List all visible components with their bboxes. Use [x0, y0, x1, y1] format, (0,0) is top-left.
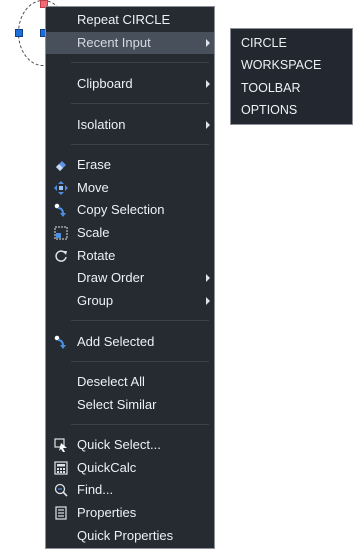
menu-item-label: Clipboard — [77, 76, 133, 91]
menu-separator — [71, 320, 209, 321]
menu-item-label: Deselect All — [77, 374, 145, 389]
menu-item-quick-properties[interactable]: Quick Properties — [46, 525, 214, 547]
submenu-item-label: CIRCLE — [241, 36, 287, 50]
menu-item-quickcalc[interactable]: QuickCalc — [46, 457, 214, 479]
menu-item-isolation[interactable]: Isolation — [46, 114, 214, 136]
submenu-item-options[interactable]: OPTIONS — [231, 99, 352, 121]
menu-item-properties[interactable]: Properties — [46, 502, 214, 524]
menu-item-deselect-all[interactable]: Deselect All — [46, 371, 214, 393]
menu-item-label: QuickCalc — [77, 460, 137, 475]
menu-item-label: Isolation — [77, 117, 126, 132]
menu-item-add-selected[interactable]: Add Selected — [46, 331, 214, 353]
menu-item-label: Move — [77, 180, 109, 195]
circle-left-grip[interactable] — [15, 29, 23, 37]
submenu-arrow-icon — [206, 297, 210, 305]
menu-item-label: Group — [77, 293, 114, 308]
menu-item-label: Erase — [77, 157, 111, 172]
menu-item-find[interactable]: Find... — [46, 479, 214, 501]
menu-item-draw-order[interactable]: Draw Order — [46, 267, 214, 289]
context-menu: Repeat CIRCLE Recent Input Clipboard Iso… — [45, 6, 215, 549]
submenu-arrow-icon — [206, 274, 210, 282]
eraser-icon — [56, 161, 66, 171]
submenu-item-circle[interactable]: CIRCLE — [231, 32, 352, 54]
properties-icon — [55, 506, 67, 520]
submenu-arrow-icon — [206, 39, 210, 47]
menu-separator — [71, 144, 209, 145]
rotate-icon — [55, 250, 67, 262]
menu-item-label: Quick Properties — [77, 528, 174, 543]
menu-item-group[interactable]: Group — [46, 290, 214, 312]
add-selected-icon — [54, 335, 66, 349]
menu-item-select-similar[interactable]: Select Similar — [46, 394, 214, 416]
submenu-item-label: TOOLBAR — [241, 81, 301, 95]
menu-separator — [71, 62, 209, 63]
submenu-arrow-icon — [206, 121, 210, 129]
menu-item-recent-input[interactable]: Recent Input — [46, 32, 214, 54]
menu-item-erase[interactable]: Erase — [46, 154, 214, 176]
menu-item-label: Rotate — [77, 248, 116, 263]
recent-input-submenu: CIRCLE WORKSPACE TOOLBAR OPTIONS — [230, 28, 353, 125]
submenu-item-workspace[interactable]: WORKSPACE — [231, 54, 352, 76]
copy-selection-icon — [54, 203, 66, 217]
menu-item-label: Quick Select... — [77, 437, 161, 452]
menu-item-label: Repeat CIRCLE — [77, 12, 171, 27]
menu-item-clipboard[interactable]: Clipboard — [46, 73, 214, 95]
submenu-arrow-icon — [206, 80, 210, 88]
menu-separator — [71, 361, 209, 362]
menu-item-quick-select[interactable]: Quick Select... — [46, 434, 214, 456]
quick-select-icon — [54, 438, 67, 452]
menu-item-label: Find... — [77, 482, 114, 497]
menu-item-label: Draw Order — [77, 270, 145, 285]
menu-item-scale[interactable]: Scale — [46, 222, 214, 244]
menu-item-label: Add Selected — [77, 334, 155, 349]
menu-item-label: Scale — [77, 225, 110, 240]
menu-separator — [71, 103, 209, 104]
menu-item-label: Copy Selection — [77, 202, 165, 217]
submenu-item-label: WORKSPACE — [241, 58, 322, 72]
move-icon — [54, 181, 68, 195]
submenu-item-label: OPTIONS — [241, 103, 298, 117]
menu-separator — [71, 424, 209, 425]
scale-icon — [54, 226, 68, 240]
menu-item-repeat-circle[interactable]: Repeat CIRCLE — [46, 9, 214, 31]
menu-item-copy-selection[interactable]: Copy Selection — [46, 199, 214, 221]
menu-item-rotate[interactable]: Rotate — [46, 245, 214, 267]
drawing-canvas[interactable]: Repeat CIRCLE Recent Input Clipboard Iso… — [0, 0, 353, 549]
menu-item-label: Recent Input — [77, 35, 151, 50]
submenu-item-toolbar[interactable]: TOOLBAR — [231, 77, 352, 99]
find-icon — [54, 483, 68, 497]
menu-item-label: Select Similar — [77, 397, 157, 412]
calculator-icon — [54, 461, 68, 475]
menu-item-move[interactable]: Move — [46, 177, 214, 199]
menu-item-label: Properties — [77, 505, 137, 520]
